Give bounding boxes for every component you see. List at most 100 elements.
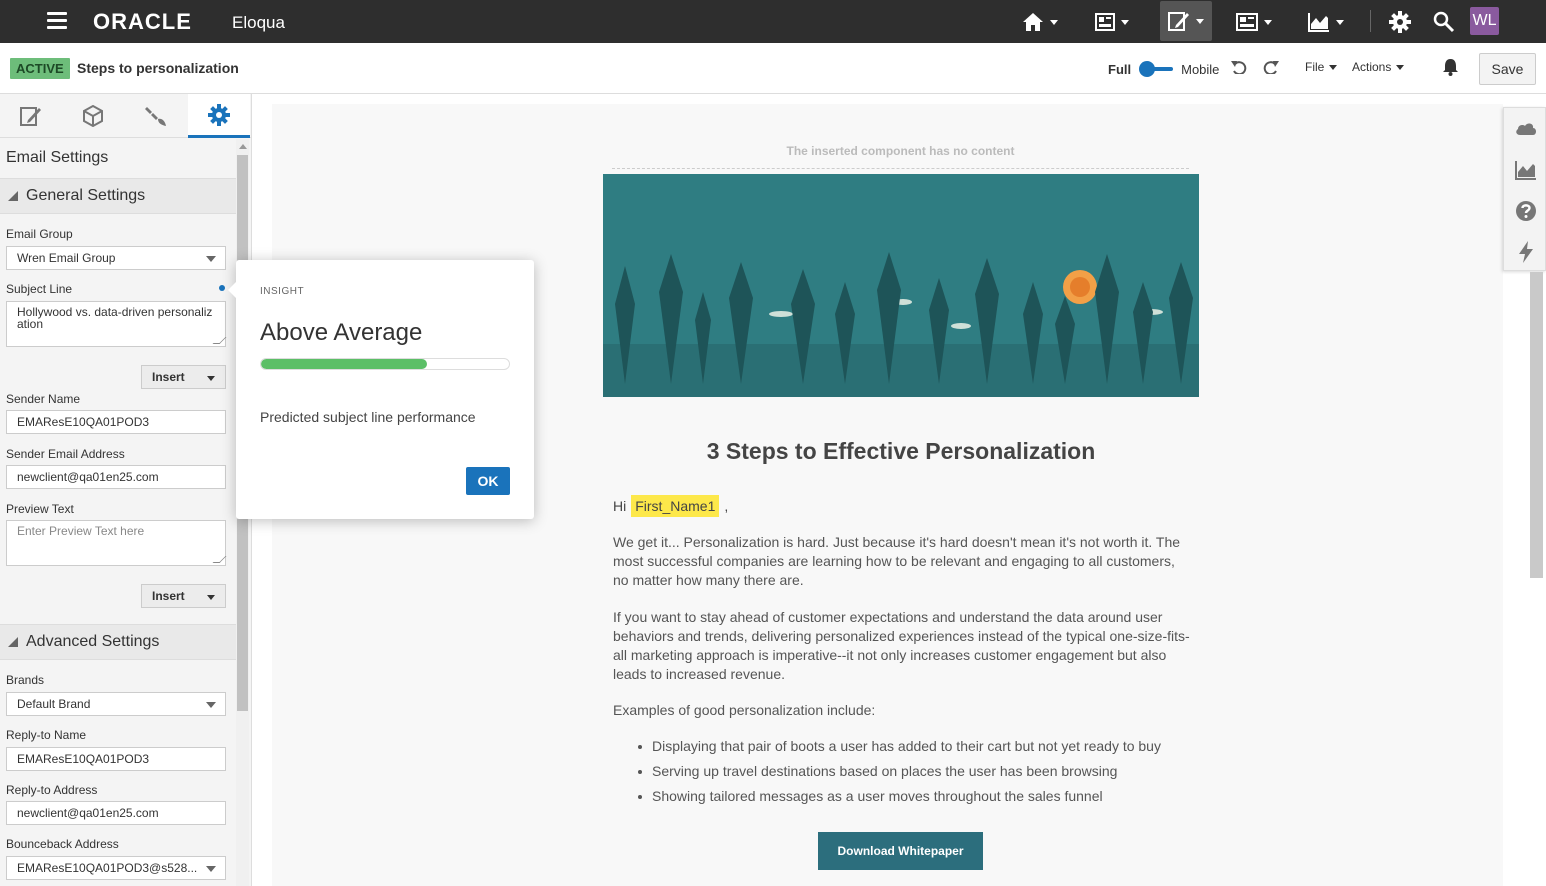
view-full-label: Full [1108,61,1132,77]
cloud-icon [1515,123,1536,135]
avatar[interactable]: WL [1470,7,1499,35]
quick-actions-button[interactable] [1504,231,1546,272]
preview-insert-button[interactable]: Insert [141,584,226,608]
greeting-text: Hi [613,498,627,514]
brands-select[interactable]: Default Brand [6,692,226,716]
body-paragraph-2[interactable]: If you want to stay ahead of customer ex… [613,608,1193,684]
analytics-rail-button[interactable] [1504,149,1546,190]
hamburger-menu-icon[interactable] [47,12,67,30]
bounceback-address-select[interactable]: EMAResE10QA01POD3@s528... [6,856,226,880]
home-menu[interactable] [1022,7,1058,37]
sender-name-field[interactable]: EMAResE10QA01POD3 [6,410,226,434]
resize-handle-icon[interactable] [212,556,227,563]
chevron-down-icon [1396,64,1405,70]
product-name: Eloqua [232,13,285,32]
undo-icon [1231,61,1247,76]
chevron-down-icon [1050,19,1058,25]
first-name-merge-field[interactable]: First_Name1 [631,495,720,517]
brands-value: Default Brand [17,697,91,711]
save-button[interactable]: Save [1479,53,1536,85]
search-icon [1433,11,1455,33]
tab-settings[interactable] [188,94,250,138]
redo-button[interactable] [1263,59,1279,79]
greeting-line[interactable]: Hi First_Name1 , [613,495,728,517]
sender-name-label: Sender Name [6,392,81,406]
assets-menu[interactable] [1236,7,1272,37]
help-button[interactable] [1504,190,1546,231]
hero-image[interactable] [603,174,1199,397]
sender-email-field[interactable]: newclient@qa01en25.com [6,465,226,489]
insert-label: Insert [152,589,185,603]
chart-icon [1514,160,1536,180]
email-heading[interactable]: 3 Steps to Effective Personalization [603,438,1199,465]
bounceback-address-value: EMAResE10QA01POD3@s528... [17,861,198,875]
gear-icon [1389,11,1411,33]
forest-illustration [603,174,1199,397]
actions-menu-label: Actions [1352,60,1392,74]
cloud-button[interactable] [1504,108,1546,149]
oracle-logo: ORACLE [93,9,192,34]
examples-list[interactable]: Displaying that pair of boots a user has… [638,737,1161,812]
actions-menu[interactable]: Actions [1352,60,1405,74]
preview-text-field[interactable]: Enter Preview Text here [6,520,227,566]
tab-design[interactable] [0,94,62,138]
list-item: Showing tailored messages as a user move… [638,787,1161,806]
panel-title: Email Settings [6,149,109,166]
download-whitepaper-button[interactable]: Download Whitepaper [818,832,983,870]
advanced-settings-header[interactable]: Advanced Settings [0,624,236,660]
view-switch[interactable] [1139,61,1174,77]
analytics-menu[interactable] [1308,7,1344,37]
home-icon [1023,13,1043,31]
body-paragraph-1[interactable]: We get it... Personalization is hard. Ju… [613,533,1193,590]
status-badge: ACTIVE [10,58,70,79]
view-toggle[interactable]: Full Mobile [1108,61,1219,77]
preview-text-label: Preview Text [6,502,74,516]
body-paragraph-3[interactable]: Examples of good personalization include… [613,701,1193,720]
edit-menu[interactable] [1160,1,1212,41]
insert-label: Insert [152,370,185,384]
file-menu[interactable]: File [1305,60,1338,74]
dashboard-icon [1095,13,1115,31]
search-button[interactable] [1433,7,1455,37]
top-navigation-bar: ORACLE Eloqua WL [0,0,1546,43]
canvas-scrollbar-thumb[interactable] [1530,272,1543,578]
notifications-button[interactable] [1442,58,1459,79]
empty-component-placeholder[interactable]: The inserted component has no content [612,135,1189,169]
edit-icon [20,107,41,126]
chevron-down-icon [1329,64,1338,70]
insight-indicator-dot[interactable] [219,285,225,291]
email-group-label: Email Group [6,227,73,241]
tab-components[interactable] [62,94,124,138]
list-item: Displaying that pair of boots a user has… [638,737,1161,756]
right-tool-rail [1503,107,1546,271]
page-title: Steps to personalization [77,60,239,76]
view-mobile-label: Mobile [1181,61,1220,77]
settings-button[interactable] [1389,7,1411,37]
general-settings-title: General Settings [26,187,146,204]
chevron-down-icon [207,595,215,600]
subject-insert-button[interactable]: Insert [141,365,226,389]
performance-progress-bar [260,358,510,370]
scroll-up-arrow-icon[interactable] [239,144,247,149]
reply-to-address-field[interactable]: newclient@qa01en25.com [6,801,226,825]
edit-icon [1168,12,1189,31]
ok-button[interactable]: OK [466,467,510,495]
tab-style[interactable] [125,94,187,138]
collapse-triangle-icon [8,191,18,201]
reply-to-name-field[interactable]: EMAResE10QA01POD3 [6,747,226,771]
advanced-settings-title: Advanced Settings [26,633,160,650]
dashboard-menu[interactable] [1095,7,1129,37]
chart-icon [1308,13,1329,32]
resize-handle-icon[interactable] [212,337,227,344]
subject-line-field[interactable]: Hollywood vs. data-driven personaliz ati… [6,301,227,347]
subject-line-value: Hollywood vs. data-driven personaliz ati… [17,305,213,331]
chevron-down-icon [1196,18,1204,24]
help-icon [1515,200,1536,221]
reply-to-address-label: Reply-to Address [6,783,98,797]
sender-email-label: Sender Email Address [6,447,125,461]
insight-title: Above Average [260,319,423,346]
chevron-down-icon [1121,19,1129,25]
general-settings-header[interactable]: General Settings [0,178,236,214]
email-group-select[interactable]: Wren Email Group [6,246,226,270]
undo-button[interactable] [1231,59,1247,79]
